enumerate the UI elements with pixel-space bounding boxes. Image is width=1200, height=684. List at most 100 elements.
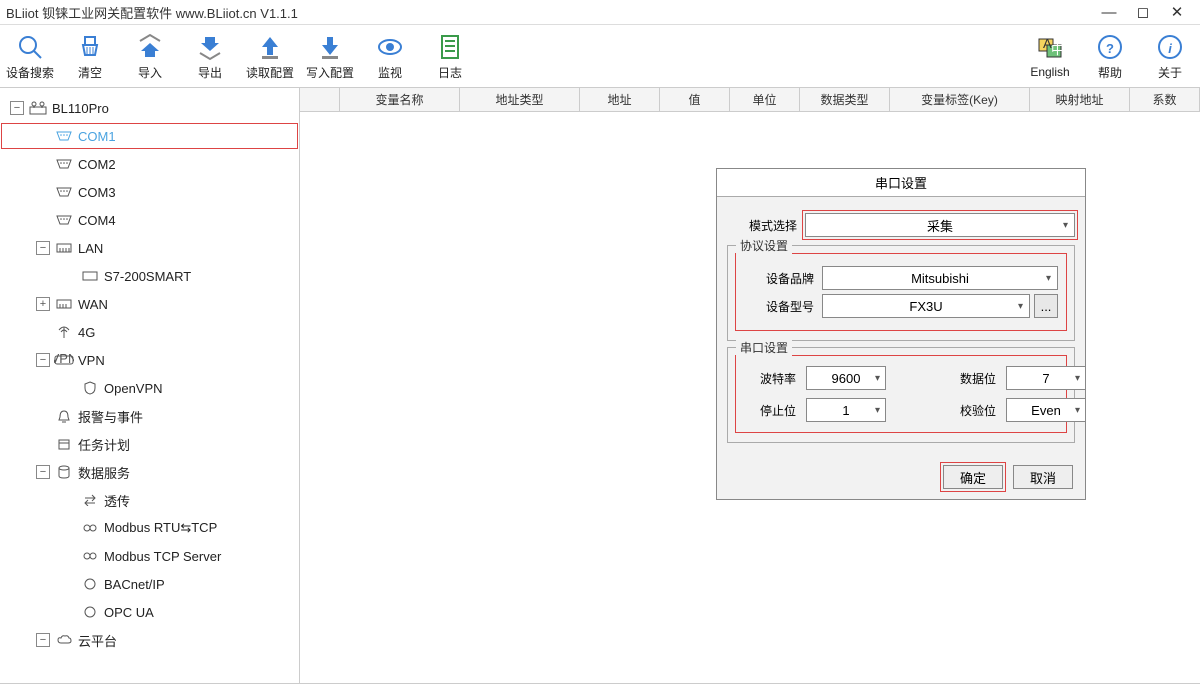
tree-cloud[interactable]: −云平台 [0, 626, 299, 654]
col-addrtype[interactable]: 地址类型 [460, 88, 580, 111]
collapse-icon[interactable]: − [36, 241, 50, 255]
serial-settings-dialog: 串口设置 模式选择 采集 协议设置 设备品牌 Mitsubishi 设备型号 [716, 168, 1086, 500]
cloud-icon [54, 632, 74, 648]
col-addr[interactable]: 地址 [580, 88, 660, 111]
write-config-button[interactable]: 写入配置 [300, 25, 360, 87]
mode-label: 模式选择 [727, 217, 797, 234]
stopbit-select[interactable]: 1 [806, 398, 886, 422]
model-label: 设备型号 [744, 298, 814, 315]
col-value[interactable]: 值 [660, 88, 730, 111]
svg-text:?: ? [1106, 41, 1114, 56]
tree-s7[interactable]: S7-200SMART [0, 262, 299, 290]
col-varlabel[interactable]: 变量标签(Key) [890, 88, 1030, 111]
upload-icon [255, 32, 285, 62]
protocol-icon [80, 576, 100, 592]
model-more-button[interactable]: ... [1034, 294, 1058, 318]
device-tree: − BL110Pro COM1 COM2 COM3 COM4 −LAN S7-2… [0, 88, 300, 683]
ethernet-icon [54, 296, 74, 312]
protocol-icon [80, 548, 100, 564]
plc-icon [80, 268, 100, 284]
monitor-button[interactable]: 监视 [360, 25, 420, 87]
protocol-icon [80, 520, 100, 536]
import-button[interactable]: 导入 [120, 25, 180, 87]
close-button[interactable]: ✕ [1160, 3, 1194, 21]
document-icon [435, 32, 465, 62]
device-icon [28, 100, 48, 116]
about-button[interactable]: i 关于 [1140, 25, 1200, 87]
collapse-icon[interactable]: − [36, 633, 50, 647]
brush-icon [75, 32, 105, 62]
read-config-button[interactable]: 读取配置 [240, 25, 300, 87]
baud-select[interactable]: 9600 [806, 366, 886, 390]
protocol-icon [80, 604, 100, 620]
collapse-icon[interactable]: − [10, 101, 24, 115]
clear-button[interactable]: 清空 [60, 25, 120, 87]
col-unit[interactable]: 单位 [730, 88, 800, 111]
tree-4g[interactable]: 4G [0, 318, 299, 346]
serial-port-icon [54, 212, 74, 228]
serial-fieldset: 串口设置 波特率 9600 数据位 7 停止位 1 校验位 Eve [727, 347, 1075, 443]
tree-vpn[interactable]: −VPNVPN [0, 346, 299, 374]
collapse-icon[interactable]: − [36, 353, 50, 367]
svg-text:VPN: VPN [54, 354, 74, 366]
tree-task[interactable]: 任务计划 [0, 430, 299, 458]
tree-dataservice[interactable]: −数据服务 [0, 458, 299, 486]
cancel-button[interactable]: 取消 [1013, 465, 1073, 489]
baud-label: 波特率 [746, 370, 796, 387]
tree-modbus-rtu[interactable]: Modbus RTU⇆TCP [0, 514, 299, 542]
stopbit-label: 停止位 [746, 402, 796, 419]
tree-openvpn[interactable]: OpenVPN [0, 374, 299, 402]
language-icon: A中 [1035, 33, 1065, 63]
serial-port-icon [54, 128, 74, 144]
log-button[interactable]: 日志 [420, 25, 480, 87]
tree-com1[interactable]: COM1 [0, 122, 299, 150]
serial-port-icon [54, 156, 74, 172]
tree-passthru[interactable]: 透传 [0, 486, 299, 514]
search-device-button[interactable]: 设备搜索 [0, 25, 60, 87]
export-button[interactable]: 导出 [180, 25, 240, 87]
tree-bacnet[interactable]: BACnet/IP [0, 570, 299, 598]
minimize-button[interactable]: — [1092, 4, 1126, 21]
col-varname[interactable]: 变量名称 [340, 88, 460, 111]
serial-port-icon [54, 184, 74, 200]
databit-select[interactable]: 7 [1006, 366, 1086, 390]
help-button[interactable]: ? 帮助 [1080, 25, 1140, 87]
import-icon [135, 32, 165, 62]
help-icon: ? [1095, 32, 1125, 62]
dialog-title: 串口设置 [717, 169, 1085, 197]
export-icon [195, 32, 225, 62]
tree-opcua[interactable]: OPC UA [0, 598, 299, 626]
tree-modbus-tcp[interactable]: Modbus TCP Server [0, 542, 299, 570]
tree-lan[interactable]: −LAN [0, 234, 299, 262]
brand-select[interactable]: Mitsubishi [822, 266, 1058, 290]
tree-com3[interactable]: COM3 [0, 178, 299, 206]
calendar-icon [54, 436, 74, 452]
tree-com4[interactable]: COM4 [0, 206, 299, 234]
info-icon: i [1155, 32, 1185, 62]
parity-select[interactable]: Even [1006, 398, 1086, 422]
content-area: 变量名称 地址类型 地址 值 单位 数据类型 变量标签(Key) 映射地址 系数… [300, 88, 1200, 683]
database-icon [54, 464, 74, 480]
col-mapaddr[interactable]: 映射地址 [1030, 88, 1130, 111]
tree-wan[interactable]: +WAN [0, 290, 299, 318]
expand-icon[interactable]: + [36, 297, 50, 311]
language-button[interactable]: A中 English [1020, 25, 1080, 87]
maximize-button[interactable]: ◻ [1126, 3, 1160, 21]
col-datatype[interactable]: 数据类型 [800, 88, 890, 111]
col-coeff[interactable]: 系数 [1130, 88, 1200, 111]
search-icon [15, 32, 45, 62]
arrows-icon [80, 492, 100, 508]
tree-com2[interactable]: COM2 [0, 150, 299, 178]
tree-alarm[interactable]: 报警与事件 [0, 402, 299, 430]
ok-button[interactable]: 确定 [943, 465, 1003, 489]
window-title: BLiiot 钡铼工业网关配置软件 www.BLiiot.cn V1.1.1 [6, 3, 1092, 22]
model-select[interactable]: FX3U [822, 294, 1030, 318]
ethernet-icon [54, 240, 74, 256]
column-header: 变量名称 地址类型 地址 值 单位 数据类型 变量标签(Key) 映射地址 系数 [300, 88, 1200, 112]
eye-icon [375, 32, 405, 62]
collapse-icon[interactable]: − [36, 465, 50, 479]
serial-legend: 串口设置 [736, 339, 792, 356]
mode-select[interactable]: 采集 [805, 213, 1075, 237]
databit-label: 数据位 [946, 370, 996, 387]
tree-root[interactable]: − BL110Pro [0, 94, 299, 122]
